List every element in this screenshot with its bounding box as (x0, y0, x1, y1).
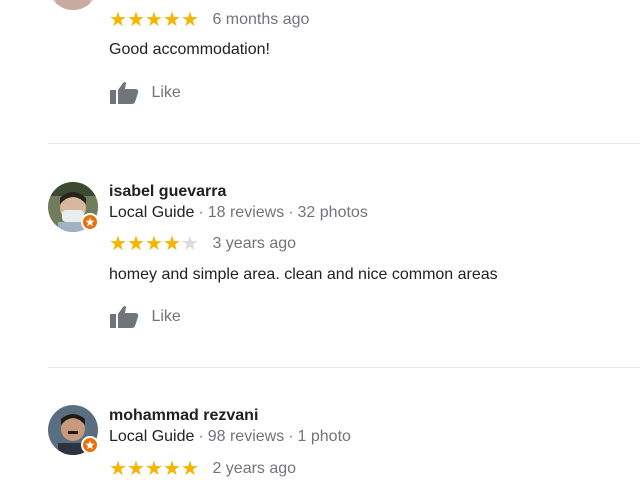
star-icon: ★ (109, 7, 127, 31)
local-guide-badge-icon (81, 436, 99, 454)
star-icon: ★ (163, 7, 181, 31)
star-icon: ★ (109, 231, 127, 255)
star-rating: ★★★★★ (109, 458, 199, 480)
like-button[interactable]: Like (109, 81, 181, 107)
separator: · (288, 428, 294, 445)
review-time: 2 years ago (212, 460, 297, 477)
review-time: 6 months ago (212, 11, 310, 28)
reviews-count: 18 reviews (207, 204, 285, 221)
separator: · (288, 204, 294, 221)
star-icon: ★ (127, 231, 145, 255)
avatar[interactable] (48, 0, 98, 10)
thumbs-up-icon (110, 306, 139, 328)
star-icon: ★ (127, 456, 145, 480)
star-rating: ★★★★★ (109, 9, 199, 31)
review-text: homey and simple area. clean and nice co… (109, 266, 498, 283)
review-divider (48, 143, 640, 144)
star-icon: ★ (181, 456, 199, 480)
rating-row: ★★★★★ 2 years ago (109, 458, 296, 478)
reviewer-name[interactable]: mohammad rezvani (109, 407, 258, 425)
rating-row: ★★★★★ 6 months ago (109, 9, 309, 29)
local-guide-label: Local Guide (109, 428, 195, 445)
like-label: Like (151, 308, 181, 325)
star-rating: ★★★★★ (109, 233, 199, 255)
star-icon: ★ (181, 7, 199, 31)
photos-count: 32 photos (297, 204, 368, 221)
reviews-count: 98 reviews (207, 428, 285, 445)
reviewer-meta: Local Guide · 18 reviews · 32 photos (109, 204, 368, 222)
separator: · (198, 428, 204, 445)
local-guide-label: Local Guide (109, 204, 195, 221)
reviewer-meta: Local Guide · 98 reviews · 1 photo (109, 428, 351, 446)
star-icon: ★ (163, 456, 181, 480)
review-time: 3 years ago (212, 235, 297, 252)
review-divider (48, 367, 640, 368)
star-icon: ★ (109, 456, 127, 480)
rating-row: ★★★★★ 3 years ago (109, 233, 296, 253)
review-text: Good accommodation! (109, 41, 270, 58)
star-icon: ★ (145, 456, 163, 480)
star-icon: ★ (181, 231, 199, 255)
like-label: Like (151, 84, 181, 101)
star-icon: ★ (163, 231, 181, 255)
star-icon: ★ (145, 7, 163, 31)
separator: · (198, 204, 204, 221)
reviewer-name[interactable]: isabel guevarra (109, 183, 226, 201)
thumbs-up-icon (110, 82, 139, 104)
star-icon: ★ (127, 7, 145, 31)
star-icon: ★ (145, 231, 163, 255)
like-button[interactable]: Like (109, 305, 181, 331)
local-guide-badge-icon (81, 213, 99, 231)
photos-count: 1 photo (297, 428, 351, 445)
